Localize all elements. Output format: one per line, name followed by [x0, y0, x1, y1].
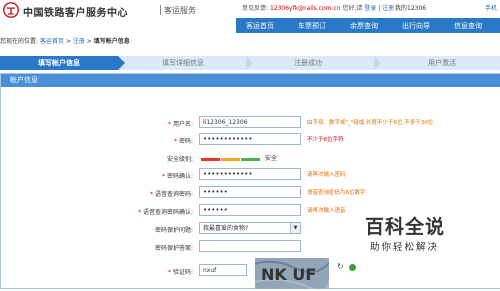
password-hint: 不少于6位字符: [307, 137, 344, 143]
username-row: * 用户名: li12306_12306 由字母、数字或"_"组成,长度不少于6位…: [1, 116, 500, 130]
step-detail-info: 填写详细信息: [162, 59, 204, 67]
password-input[interactable]: ••••••••••••: [199, 133, 301, 145]
my-account-link[interactable]: 我的12306: [395, 3, 426, 12]
step-activate: 用户激活: [428, 59, 456, 67]
strength-bar-strong: [241, 158, 260, 161]
top-header: 中国铁路客户服务中心 客运服务 意见反馈: 12306yfk@rails.com…: [0, 0, 500, 19]
query-password-confirm-input[interactable]: ••••••: [199, 204, 301, 216]
query-password-label: * 语音查询密码:: [149, 191, 193, 198]
watermark-subtitle: 助你轻松解决: [370, 242, 440, 253]
username-input[interactable]: li12306_12306: [199, 116, 301, 128]
username-label: * 用户名:: [167, 121, 193, 128]
captcha-label: * 验证码:: [167, 269, 193, 276]
breadcrumb-register[interactable]: 注册: [73, 38, 85, 45]
nav-item-info[interactable]: 信息查询: [454, 21, 482, 31]
strength-label: 安全级别:: [166, 156, 193, 163]
link-separator: |: [378, 5, 381, 12]
registration-steps: 填写帐户信息 填写详细信息 注册成功 用户激活: [0, 56, 500, 70]
query-password-confirm-label: * 语音查询密码确认:: [137, 209, 193, 216]
breadcrumb-home[interactable]: 客运首页: [40, 38, 64, 45]
security-question-value: 我最喜爱的食物?: [203, 225, 249, 232]
query-password-hint: 语音查询密码为6位数字: [307, 190, 366, 196]
step-arrow: [118, 56, 125, 70]
panel-title: 帐户信息: [1, 74, 500, 87]
password-confirm-label: * 密码确认:: [161, 173, 193, 180]
nav-item-guide[interactable]: 出行向导: [402, 21, 430, 31]
breadcrumb-current: 填写帐户信息: [93, 38, 130, 45]
nav-item-remaining[interactable]: 余票查询: [350, 21, 378, 31]
check-icon: [349, 264, 356, 271]
register-link[interactable]: 注册: [382, 5, 394, 12]
security-question-label: 密码保护问题:: [154, 227, 193, 234]
breadcrumb-prefix: 您现在的位置:: [0, 38, 39, 45]
captcha-text: NK UF: [261, 265, 316, 284]
breadcrumb-sep: >: [86, 38, 92, 45]
feedback-label: 意见反馈:: [242, 5, 269, 12]
security-answer-label: 密码保护答案:: [154, 245, 193, 252]
brand-divider: [160, 5, 161, 15]
query-password-confirm-hint: 请再次输入语音: [307, 208, 346, 214]
step-account-info: 填写帐户信息: [0, 56, 118, 70]
nav-item-home[interactable]: 客运首页: [246, 21, 274, 31]
railway-logo-icon: [3, 2, 19, 18]
login-link[interactable]: 登录: [364, 5, 376, 12]
password-confirm-row: * 密码确认: •••••••••••• 请再次输入密码: [1, 168, 500, 182]
feedback-email-link[interactable]: 12306yfk@rails.com.cn: [270, 5, 341, 12]
strength-meter: [201, 155, 261, 161]
nav-item-booking[interactable]: 车票预订: [298, 21, 326, 31]
security-answer-input[interactable]: [199, 240, 301, 252]
query-password-input[interactable]: ••••••: [199, 186, 301, 198]
password-confirm-hint: 请再次输入密码: [307, 172, 346, 178]
feedback-area: 意见反馈: 12306yfk@rails.com.cn 您好,请 登录 | 注册: [242, 3, 394, 12]
password-row: * 密码: •••••••••••• 不少于6位字符: [1, 133, 500, 147]
captcha-image[interactable]: NK UF: [254, 258, 331, 291]
chevron-down-icon[interactable]: ▼: [290, 223, 300, 233]
strength-row: 安全级别: 安全: [1, 151, 500, 165]
query-password-row: * 语音查询密码: •••••• 语音查询密码为6位数字: [1, 186, 500, 200]
mobile-link[interactable]: 手机: [485, 3, 497, 12]
captcha-input[interactable]: nxuf: [199, 264, 247, 276]
step-success: 注册成功: [294, 59, 322, 67]
strength-bar-medium: [221, 158, 240, 161]
watermark-title: 百科全说: [365, 216, 446, 238]
password-label: * 密码:: [173, 138, 193, 145]
step-arrow: [246, 56, 253, 70]
main-nav: 客运首页 车票预订 余票查询 出行向导 信息查询: [236, 18, 500, 33]
captcha-row: * 验证码: nxuf: [1, 264, 500, 278]
breadcrumb-sep: >: [65, 38, 71, 45]
refresh-icon[interactable]: ↻: [337, 262, 344, 271]
username-hint: 由字母、数字或"_"组成,长度不少于6位,不多于30位: [307, 120, 434, 126]
strength-text: 安全: [265, 155, 278, 162]
step-arrow: [374, 56, 381, 70]
breadcrumb: 您现在的位置: 客运首页 > 注册 > 填写帐户信息: [0, 36, 130, 45]
account-info-panel: 帐户信息 * 用户名: li12306_12306 由字母、数字或"_"组成,长度…: [0, 73, 500, 289]
brand-title: 中国铁路客户服务中心: [23, 8, 128, 19]
greeting-text: 您好,请: [342, 5, 363, 12]
security-question-select[interactable]: 我最喜爱的食物? ▼: [199, 222, 301, 234]
brand-subtitle: 客运服务: [164, 6, 196, 15]
captcha-noise-icon: NK UF: [254, 258, 331, 291]
password-confirm-input[interactable]: ••••••••••••: [199, 168, 301, 180]
strength-bar-weak: [201, 158, 220, 161]
